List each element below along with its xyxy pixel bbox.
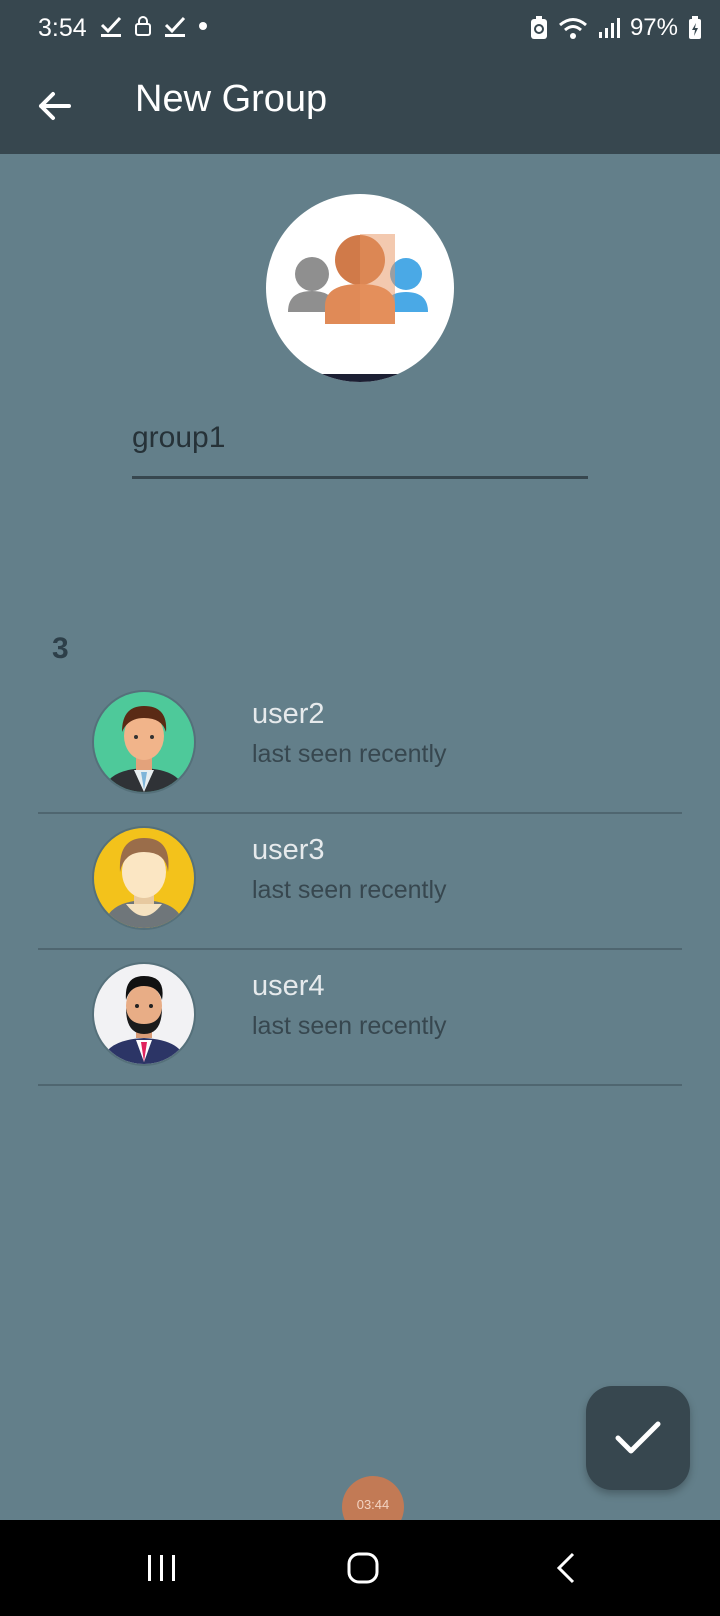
back-icon (556, 1552, 575, 1584)
wifi-icon (558, 18, 587, 39)
member-name: user4 (252, 970, 325, 1002)
status-time: 3:54 (38, 14, 87, 42)
list-item[interactable]: user2 last seen recently (38, 676, 682, 814)
back-button[interactable] (30, 82, 78, 130)
avatar (92, 690, 196, 794)
group-avatar[interactable] (266, 194, 454, 382)
member-count: 3 (52, 632, 69, 665)
navigation-bar (0, 1520, 720, 1616)
list-item[interactable]: user3 last seen recently (38, 812, 682, 950)
avatar-shadow (266, 374, 454, 382)
signal-icon (598, 18, 620, 38)
avatar (92, 826, 196, 930)
arrow-back-icon (39, 92, 71, 120)
dot-icon (199, 22, 207, 30)
battery-percent: 97% (629, 14, 678, 41)
member-status: last seen recently (252, 876, 447, 904)
battery-saver-icon (530, 16, 547, 39)
check-download-icon (164, 16, 186, 37)
avatar (92, 962, 196, 1066)
man-suit-avatar-icon (94, 692, 194, 792)
group-name-input[interactable] (132, 400, 588, 479)
member-status: last seen recently (252, 1012, 447, 1040)
check-icon (615, 1421, 661, 1454)
recents-icon (148, 1555, 175, 1581)
list-item[interactable]: user4 last seen recently (38, 948, 682, 1086)
battery-icon (689, 16, 701, 39)
nav-back-button[interactable] (536, 1540, 596, 1596)
group-people-icon (288, 234, 428, 324)
member-status: last seen recently (252, 740, 447, 768)
confirm-fab-button[interactable] (586, 1386, 690, 1490)
bearded-man-avatar-icon (94, 964, 194, 1064)
app-bar: New Group (0, 58, 720, 154)
home-icon (347, 1552, 379, 1584)
home-button[interactable] (333, 1540, 393, 1596)
man-yellow-avatar-icon (94, 828, 194, 928)
check-download-icon (100, 16, 122, 37)
lock-icon (135, 16, 151, 36)
recents-button[interactable] (132, 1540, 192, 1596)
member-name: user2 (252, 698, 325, 730)
page-title: New Group (135, 78, 328, 120)
status-bar: 3:54 97% (0, 0, 720, 58)
member-name: user3 (252, 834, 325, 866)
